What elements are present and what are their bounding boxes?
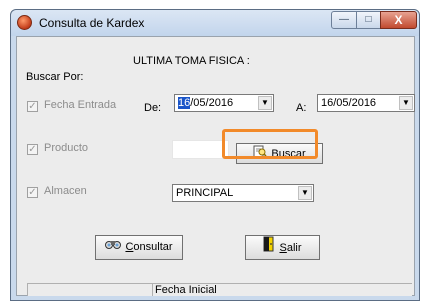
buscar-highlight-box [222, 129, 318, 159]
exit-door-icon [263, 236, 275, 261]
consultar-button-label: onsultar [133, 241, 173, 253]
producto-field[interactable] [172, 140, 229, 159]
minimize-button[interactable]: — [331, 11, 357, 29]
title-bar[interactable]: Consulta de Kardex — □ X [11, 10, 419, 36]
kardex-window: Consulta de Kardex — □ X ULTIMA TOMA FIS… [10, 9, 420, 301]
ultima-toma-label: ULTIMA TOMA FISICA : [133, 55, 250, 67]
almacen-dropdown[interactable]: PRINCIPAL ▼ [172, 184, 314, 202]
status-text: Fecha Inicial [155, 284, 217, 296]
almacen-label: Almacen [44, 185, 87, 197]
almacen-checkbox[interactable]: ✓ [27, 187, 38, 198]
fecha-desde-selected-day: 16 [178, 97, 191, 109]
chevron-down-icon[interactable]: ▼ [399, 96, 413, 110]
fecha-desde-dropdown[interactable]: 16/05/2016 ▼ [174, 94, 274, 112]
status-cell-main: Fecha Inicial [152, 284, 412, 296]
app-icon[interactable] [17, 15, 32, 30]
status-bar: Fecha Inicial [27, 283, 412, 296]
salir-accel: S [279, 242, 287, 254]
chevron-down-icon[interactable]: ▼ [258, 96, 272, 110]
chevron-down-icon[interactable]: ▼ [298, 186, 312, 200]
maximize-button[interactable]: □ [356, 11, 381, 29]
fecha-hasta-dropdown[interactable]: 16/05/2016 ▼ [317, 94, 415, 112]
producto-label: Producto [44, 142, 89, 154]
consultar-button[interactable]: Consultar [95, 235, 183, 260]
status-cell-empty [27, 284, 152, 296]
form-client-area: ULTIMA TOMA FISICA : Buscar Por: ✓ Fecha… [16, 36, 415, 296]
producto-checkbox[interactable]: ✓ [27, 144, 38, 155]
close-button[interactable]: X [380, 11, 417, 29]
window-title: Consulta de Kardex [39, 16, 145, 30]
almacen-value: PRINCIPAL [176, 187, 234, 199]
binoculars-icon [105, 236, 122, 259]
fecha-desde-rest: /05/2016 [190, 97, 234, 109]
salir-button[interactable]: Salir [245, 235, 320, 260]
buscar-por-label: Buscar Por: [26, 71, 84, 83]
de-label: De: [144, 102, 162, 114]
fecha-hasta-value: 16/05/2016 [321, 97, 377, 109]
salir-button-label: alir [286, 242, 302, 254]
fecha-entrada-checkbox[interactable]: ✓ [27, 101, 38, 112]
a-label: A: [296, 102, 307, 114]
fecha-entrada-label: Fecha Entrada [44, 99, 117, 111]
